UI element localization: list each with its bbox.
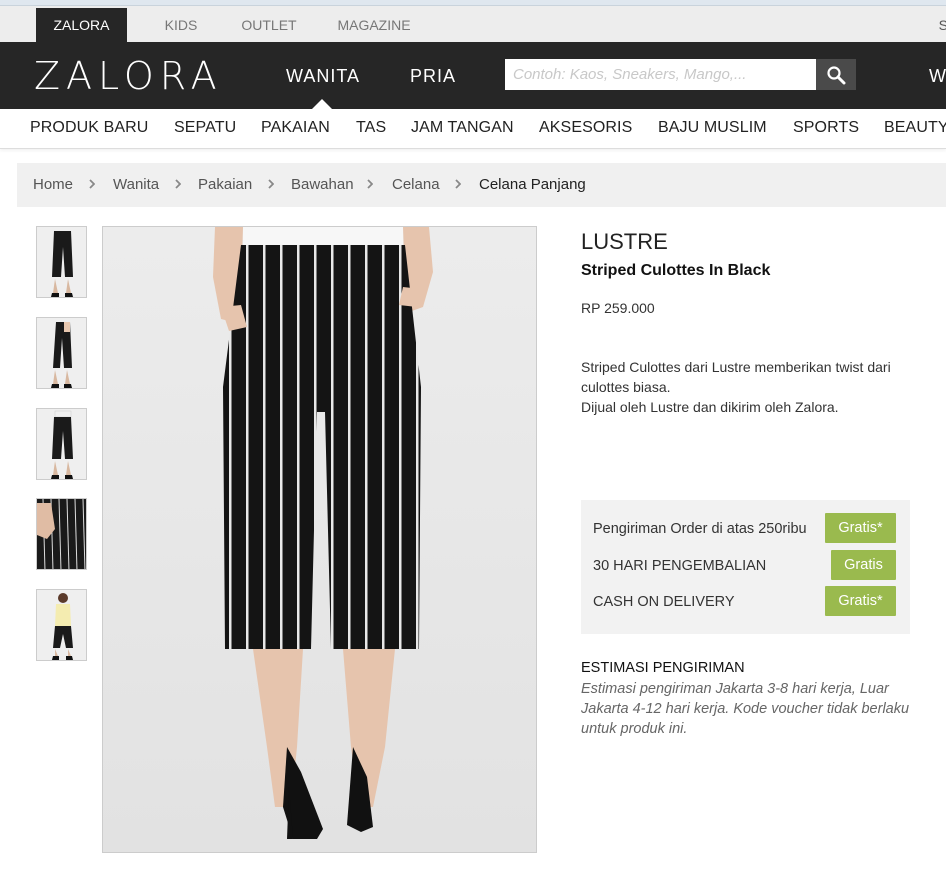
breadcrumb-celana-panjang: Celana Panjang: [479, 176, 586, 193]
description-line: Dijual oleh Lustre dan dikirim oleh Zalo…: [581, 399, 839, 415]
product-thumbnail-image: [37, 590, 86, 660]
product-name: Striped Culottes In Black: [581, 262, 771, 279]
category-sepatu[interactable]: SEPATU: [174, 119, 236, 137]
site-tab-bar: ZALORA KIDS OUTLET MAGAZINE S: [0, 6, 946, 42]
category-produk-baru[interactable]: PRODUK BARU: [30, 119, 148, 137]
breadcrumb-celana[interactable]: Celana: [392, 176, 440, 193]
category-aksesoris[interactable]: AKSESORIS: [539, 119, 632, 137]
category-jam-tangan[interactable]: JAM TANGAN: [411, 119, 514, 137]
product-main-image[interactable]: [102, 226, 537, 853]
topbar-right-link-cut[interactable]: S: [939, 8, 946, 42]
description-line: Striped Culottes dari Lustre memberikan …: [581, 359, 891, 395]
chevron-right-icon: [89, 179, 95, 189]
main-header: ZALORA WANITA PRIA W: [0, 42, 946, 109]
header-right-link-cut[interactable]: W: [929, 66, 946, 87]
product-thumbnail-image: [37, 409, 86, 479]
tab-zalora[interactable]: ZALORA: [36, 8, 127, 42]
category-pakaian[interactable]: PAKAIAN: [261, 119, 330, 137]
product-thumbnail[interactable]: [36, 226, 87, 298]
chevron-right-icon: [268, 179, 274, 189]
tab-kids[interactable]: KIDS: [153, 8, 209, 42]
gratis-badge[interactable]: Gratis*: [825, 513, 896, 543]
breadcrumb-pakaian[interactable]: Pakaian: [198, 176, 252, 193]
gratis-badge[interactable]: Gratis: [831, 550, 896, 580]
product-description: Striped Culottes dari Lustre memberikan …: [581, 357, 911, 417]
breadcrumb-bawahan[interactable]: Bawahan: [291, 176, 354, 193]
product-thumbnail-image: [37, 499, 86, 569]
product-thumbnail-image: [37, 318, 86, 388]
product-thumbnail[interactable]: [36, 589, 87, 661]
product-thumbnail[interactable]: [36, 317, 87, 389]
tab-magazine[interactable]: MAGAZINE: [334, 8, 414, 42]
product-photo: [103, 227, 536, 852]
product-thumbnail[interactable]: [36, 498, 87, 570]
benefits-box: Pengiriman Order di atas 250ribu Gratis*…: [581, 500, 910, 634]
breadcrumb-home[interactable]: Home: [33, 176, 73, 193]
search-icon: [827, 65, 846, 84]
product-thumbnail-image: [37, 227, 86, 297]
category-sports[interactable]: SPORTS: [793, 119, 859, 137]
breadcrumb-wanita[interactable]: Wanita: [113, 176, 159, 193]
search-button[interactable]: [816, 59, 856, 90]
product-brand[interactable]: LUSTRE: [581, 229, 668, 255]
shipping-estimate-title: ESTIMASI PENGIRIMAN: [581, 660, 745, 676]
chevron-right-icon: [175, 179, 181, 189]
category-tas[interactable]: TAS: [356, 119, 386, 137]
category-baju-muslim[interactable]: BAJU MUSLIM: [658, 119, 767, 137]
category-nav: PRODUK BARU SEPATU PAKAIAN TAS JAM TANGA…: [0, 109, 946, 149]
tab-outlet[interactable]: OUTLET: [234, 8, 304, 42]
benefit-returns-label: 30 HARI PENGEMBALIAN: [593, 558, 767, 574]
site-logo[interactable]: ZALORA: [34, 54, 223, 98]
breadcrumb: Home Wanita Pakaian Bawahan Celana Celan…: [17, 163, 946, 207]
product-price: RP 259.000: [581, 300, 655, 316]
product-thumbnail[interactable]: [36, 408, 87, 480]
chevron-right-icon: [367, 179, 373, 189]
active-gender-caret: [312, 99, 332, 109]
benefit-free-shipping-label: Pengiriman Order di atas 250ribu: [593, 521, 807, 537]
shipping-estimate-text: Estimasi pengiriman Jakarta 3-8 hari ker…: [581, 681, 910, 737]
gender-wanita[interactable]: WANITA: [286, 66, 360, 87]
search-input[interactable]: [505, 59, 816, 90]
gratis-badge[interactable]: Gratis*: [825, 586, 896, 616]
gender-pria[interactable]: PRIA: [410, 66, 456, 87]
benefit-cod-label: CASH ON DELIVERY: [593, 594, 735, 610]
category-beauty[interactable]: BEAUTY: [884, 119, 946, 137]
chevron-right-icon: [455, 179, 461, 189]
